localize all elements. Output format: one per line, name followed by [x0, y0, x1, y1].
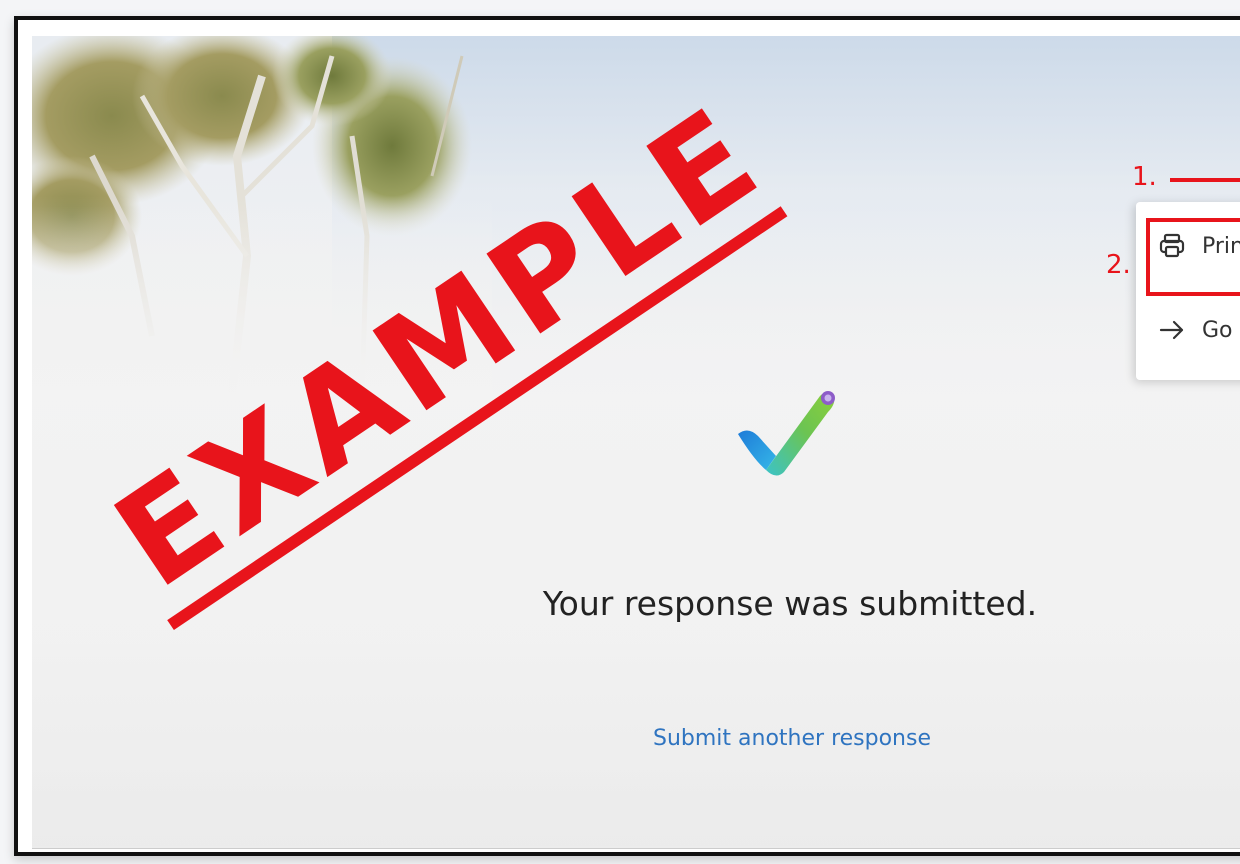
menu-item-go-label: Go [1202, 317, 1233, 343]
checkmark-icon [738, 391, 835, 476]
annotation-step-1: 1. [1132, 162, 1157, 192]
submit-another-response-link[interactable]: Submit another response [622, 726, 962, 751]
arrow-right-icon [1152, 315, 1192, 345]
annotation-step-2: 2. [1106, 250, 1131, 280]
menu-item-go[interactable]: Go [1136, 300, 1240, 360]
form-confirmation-page: Your response was submitted. Submit anot… [32, 36, 1240, 849]
screenshot-frame: Your response was submitted. Submit anot… [14, 16, 1240, 856]
confirmation-message: Your response was submitted. [542, 584, 1038, 623]
annotation-print-highlight [1146, 218, 1240, 296]
annotation-step-1-line [1170, 178, 1240, 182]
